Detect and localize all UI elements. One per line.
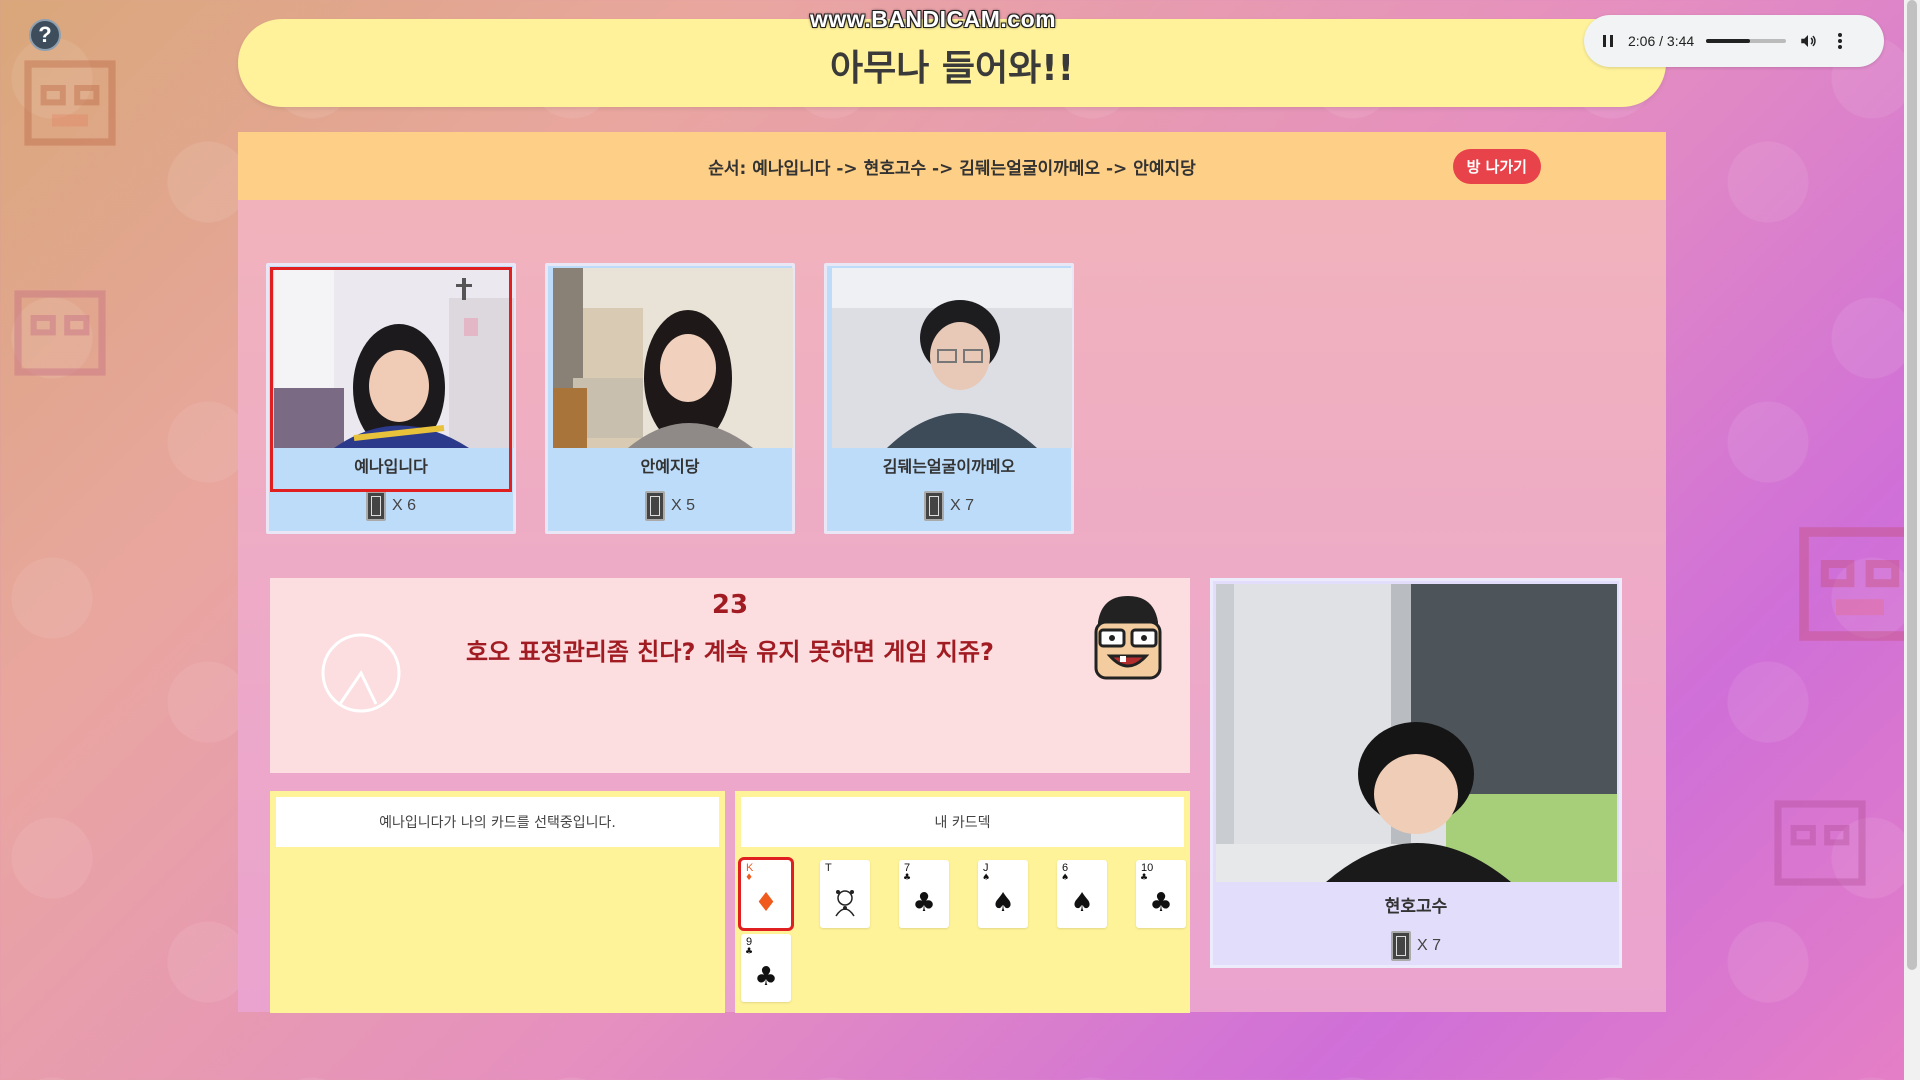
decorative-face-icon xyxy=(1774,800,1866,886)
turn-order-text: 순서: 예나입니다 -> 현호고수 -> 김뒈는얼굴이까메오 -> 안예지당 xyxy=(708,158,1196,179)
active-turn-highlight xyxy=(270,267,512,492)
decorative-face-icon xyxy=(24,60,116,146)
volume-icon[interactable] xyxy=(1798,31,1818,51)
card-suit-icon: ♦ xyxy=(754,888,778,918)
media-time: 2:06 / 3:44 xyxy=(1628,33,1695,49)
deck-card[interactable]: T xyxy=(820,860,870,928)
deck-card[interactable]: 10 ♣ ♣ xyxy=(1136,860,1186,928)
joker-icon xyxy=(820,886,870,925)
self-video xyxy=(1216,584,1617,882)
deck-card[interactable]: 9 ♣ ♣ xyxy=(741,934,791,1002)
scrollbar-thumb[interactable] xyxy=(1907,0,1917,970)
card-back-icon xyxy=(644,491,665,521)
card-small-suit: ♠ xyxy=(982,873,991,883)
deck-title: 내 카드덱 xyxy=(741,797,1184,847)
media-player: 2:06 / 3:44 xyxy=(1584,15,1884,67)
card-back-icon xyxy=(365,491,386,521)
decorative-face-icon xyxy=(14,290,106,376)
card-suit-icon: ♠ xyxy=(991,888,1015,918)
more-options-icon[interactable] xyxy=(1830,31,1850,51)
card-back-icon xyxy=(923,491,944,521)
card-small-suit: ♣ xyxy=(903,873,912,883)
deck-card[interactable]: J ♠ ♠ xyxy=(978,860,1028,928)
player-card-count: X 5 xyxy=(548,491,792,521)
media-progress-fill xyxy=(1706,39,1751,43)
decorative-face-icon xyxy=(1799,527,1920,641)
card-small-suit: ♣ xyxy=(1140,873,1149,883)
my-card-deck-panel: 내 카드덱 K ♦ ♦ T 7 ♣ ♣ J ♠ ♠ 6 ♠ ♠ 10 ♣ ♣ 9 ♣ ♣ xyxy=(735,791,1190,1013)
question-number: 23 xyxy=(711,590,749,620)
deck-card[interactable]: 7 ♣ ♣ xyxy=(899,860,949,928)
card-suit-icon: ♠ xyxy=(1070,888,1094,918)
deck-card[interactable]: 6 ♠ ♠ xyxy=(1057,860,1107,928)
card-back-icon xyxy=(1390,931,1411,961)
player-video xyxy=(553,268,793,448)
selection-status-panel: 예나입니다가 나의 카드를 선택중입니다. xyxy=(270,791,725,1013)
player-card-2[interactable]: 안예지당 X 5 xyxy=(545,263,795,534)
card-small-suit: ♠ xyxy=(1061,873,1070,883)
host-avatar-icon xyxy=(1094,596,1162,680)
card-small-suit: ♦ xyxy=(745,873,754,883)
page-scrollbar[interactable] xyxy=(1904,0,1920,1080)
card-suit-icon: ♣ xyxy=(912,888,936,918)
card-count-label: X 7 xyxy=(1416,937,1441,954)
card-count-label: X 6 xyxy=(391,497,416,514)
room-title: 아무나 들어와!! xyxy=(829,48,1075,89)
help-button[interactable]: ? xyxy=(29,19,61,51)
card-rank: T xyxy=(825,862,832,874)
help-label: ? xyxy=(38,22,52,47)
recording-watermark: www.BANDICAM.com xyxy=(810,6,1057,32)
player-card-3[interactable]: 김뒈는얼굴이까메오 X 7 xyxy=(824,263,1074,534)
game-board: 순서: 예나입니다 -> 현호고수 -> 김뒈는얼굴이까메오 -> 안예지당 방… xyxy=(238,132,1666,1013)
turn-order-bar: 순서: 예나입니다 -> 현호고수 -> 김뒈는얼굴이까메오 -> 안예지당 방… xyxy=(238,132,1666,200)
player-card-count: X 7 xyxy=(827,491,1071,521)
player-card-count: X 6 xyxy=(269,491,513,521)
player-name: 안예지당 xyxy=(640,457,700,476)
leave-room-button[interactable]: 방 나가기 xyxy=(1452,149,1541,184)
selection-status-text: 예나입니다가 나의 카드를 선택중입니다. xyxy=(276,797,719,847)
card-count-label: X 5 xyxy=(670,497,695,514)
card-count-label: X 7 xyxy=(949,497,974,514)
self-card-count: X 7 xyxy=(1213,931,1619,961)
question-panel: 23 호오 표정관리좀 친다? 계속 유지 못하면 게임 지쥬? xyxy=(270,578,1190,773)
self-player-card: 현호고수 X 7 xyxy=(1210,578,1622,968)
deck-card[interactable]: K ♦ ♦ xyxy=(738,857,794,931)
player-video xyxy=(832,268,1072,448)
media-progress-slider[interactable] xyxy=(1706,39,1787,43)
card-suit-icon: ♣ xyxy=(754,962,778,992)
player-card-1[interactable]: 예나입니다 X 6 xyxy=(266,263,516,534)
player-name: 김뒈는얼굴이까메오 xyxy=(882,457,1016,476)
card-suit-icon: ♣ xyxy=(1149,888,1173,918)
pause-icon[interactable] xyxy=(1600,33,1616,49)
self-player-name: 현호고수 xyxy=(1384,897,1448,917)
card-small-suit: ♣ xyxy=(745,947,754,957)
question-text: 호오 표정관리좀 친다? 계속 유지 못하면 게임 지쥬? xyxy=(466,638,994,666)
